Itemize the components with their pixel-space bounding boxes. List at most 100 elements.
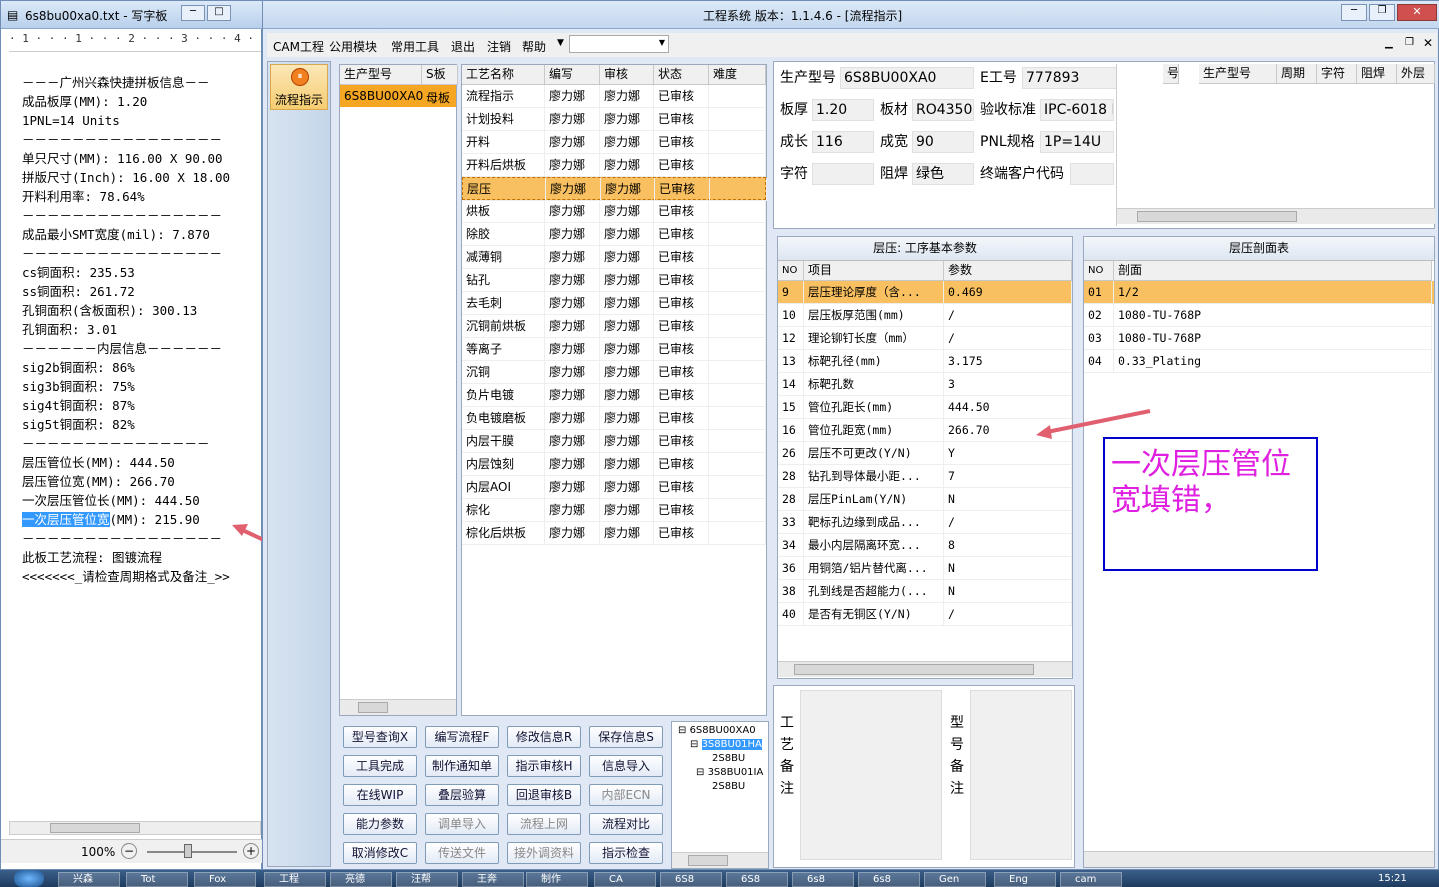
- tree-root[interactable]: ⊟ 6S8BU00XA0: [678, 724, 756, 737]
- grid-col-period[interactable]: 周期: [1277, 64, 1317, 84]
- action-button[interactable]: 制作通知单: [425, 755, 499, 777]
- action-button[interactable]: 调单导入: [425, 813, 499, 835]
- section-row[interactable]: 01 1/2: [1084, 281, 1434, 304]
- taskbar-item[interactable]: Fox: [194, 872, 256, 887]
- action-button[interactable]: 取消修改C: [343, 842, 417, 864]
- field-pnl[interactable]: 1P=14U: [1040, 131, 1114, 153]
- param-row[interactable]: 33 靶标孔边缘到成品... /: [778, 511, 1072, 534]
- menu-tools[interactable]: 常用工具: [391, 38, 439, 55]
- menu-exit[interactable]: 退出: [451, 38, 475, 55]
- action-button[interactable]: 流程上网: [507, 813, 581, 835]
- col-header-process[interactable]: 工艺名称: [462, 65, 545, 85]
- tree-hscrollbar[interactable]: [672, 852, 768, 868]
- tree-leaf-2[interactable]: 2S8BU: [712, 780, 745, 793]
- process-row[interactable]: 计划投料 廖力娜 廖力娜 已审核: [462, 108, 766, 131]
- taskbar-item[interactable]: 兴森: [58, 872, 120, 887]
- taskbar-item[interactable]: 6S8: [660, 872, 722, 887]
- param-row[interactable]: 28 层压PinLam(Y/N) N: [778, 488, 1072, 511]
- tree-leaf-1[interactable]: 2S8BU: [712, 752, 745, 765]
- taskbar-item[interactable]: Eng: [994, 872, 1056, 887]
- field-model[interactable]: 6S8BU00XA0: [840, 67, 974, 89]
- taskbar-item[interactable]: 6s8: [792, 872, 854, 887]
- action-button[interactable]: 工具完成: [343, 755, 417, 777]
- process-row[interactable]: 内层干膜 廖力娜 廖力娜 已审核: [462, 430, 766, 453]
- process-row[interactable]: 沉铜 廖力娜 廖力娜 已审核: [462, 361, 766, 384]
- action-button[interactable]: 接外调资料: [507, 842, 581, 864]
- main-minimize-button[interactable]: ─: [1341, 4, 1367, 21]
- process-row[interactable]: 烘板 廖力娜 廖力娜 已审核: [462, 200, 766, 223]
- process-row[interactable]: 层压 廖力娜 廖力娜 已审核: [462, 177, 767, 201]
- process-row[interactable]: 棕化后烘板 廖力娜 廖力娜 已审核: [462, 522, 766, 545]
- action-button[interactable]: 在线WIP: [343, 784, 417, 806]
- start-button-icon[interactable]: [14, 870, 44, 887]
- col-header-author[interactable]: 编写: [545, 65, 600, 85]
- process-row[interactable]: 开料后烘板 廖力娜 廖力娜 已审核: [462, 154, 766, 177]
- process-row[interactable]: 等离子 廖力娜 廖力娜 已审核: [462, 338, 766, 361]
- grid-col-model[interactable]: 生产型号: [1199, 64, 1277, 84]
- param-row[interactable]: 38 孔到线是否超能力(... N: [778, 580, 1072, 603]
- grid-col-outer[interactable]: 外层: [1397, 64, 1435, 84]
- taskbar-item[interactable]: Tot: [126, 872, 188, 887]
- process-row[interactable]: 负片电镀 廖力娜 廖力娜 已审核: [462, 384, 766, 407]
- param-row[interactable]: 9 层压理论厚度（含... 0.469: [778, 281, 1072, 304]
- param-row[interactable]: 26 层压不可更改(Y/N) Y: [778, 442, 1072, 465]
- section-row[interactable]: 02 1080-TU-768P: [1084, 304, 1434, 327]
- process-row[interactable]: 棕化 廖力娜 廖力娜 已审核: [462, 499, 766, 522]
- zoom-slider-thumb[interactable]: [184, 844, 192, 858]
- craft-remark-text[interactable]: [800, 690, 942, 860]
- tree-thumb[interactable]: [688, 855, 728, 866]
- param-row[interactable]: 36 用铜箔/铝片替代离... N: [778, 557, 1072, 580]
- col-header-model[interactable]: 生产型号: [340, 65, 422, 85]
- mdi-restore-icon[interactable]: ❐: [1405, 37, 1414, 48]
- action-button[interactable]: 内部ECN: [589, 784, 663, 806]
- zoom-in-button[interactable]: +: [243, 843, 259, 859]
- process-row[interactable]: 钻孔 廖力娜 廖力娜 已审核: [462, 269, 766, 292]
- taskbar-item[interactable]: 6s8: [858, 872, 920, 887]
- action-button[interactable]: 编写流程F: [425, 726, 499, 748]
- grid-col-solder[interactable]: 阻焊: [1357, 64, 1397, 84]
- field-standard[interactable]: IPC-6018 I: [1040, 99, 1114, 121]
- col-header-s[interactable]: S板: [422, 65, 458, 85]
- action-button[interactable]: 保存信息S: [589, 726, 663, 748]
- model-remark-text[interactable]: [970, 690, 1072, 860]
- zoom-out-button[interactable]: −: [121, 843, 137, 859]
- field-material[interactable]: RO4350E: [912, 99, 974, 121]
- process-row[interactable]: 开料 廖力娜 廖力娜 已审核: [462, 131, 766, 154]
- taskbar-item[interactable]: 工程: [264, 872, 326, 887]
- process-row[interactable]: 沉铜前烘板 廖力娜 廖力娜 已审核: [462, 315, 766, 338]
- main-restore-button[interactable]: ❐: [1369, 4, 1395, 21]
- action-button[interactable]: 指示审核H: [507, 755, 581, 777]
- process-row[interactable]: 去毛刺 廖力娜 廖力娜 已审核: [462, 292, 766, 315]
- grid-col-char[interactable]: 字符: [1317, 64, 1357, 84]
- taskbar-item[interactable]: 王奔: [462, 872, 524, 887]
- order-grid-thumb[interactable]: [1137, 211, 1297, 222]
- sidebar-btn-flow[interactable]: ⏸ 流程指示: [270, 64, 328, 110]
- taskbar-item[interactable]: 亮德: [330, 872, 392, 887]
- scroll-thumb[interactable]: [50, 823, 140, 833]
- param-row[interactable]: 13 标靶孔径(mm) 3.175: [778, 350, 1072, 373]
- menu-common[interactable]: 公用模块: [329, 38, 377, 55]
- process-row[interactable]: 流程指示 廖力娜 廖力娜 已审核: [462, 85, 766, 108]
- action-button[interactable]: 传送文件: [425, 842, 499, 864]
- document-text[interactable]: －－－广州兴森快捷拼板信息－－ 成品板厚(MM): 1.20 1PNL=14 Uni…: [22, 73, 260, 586]
- model-row-selected[interactable]: 6S8BU00XA0 母板: [340, 85, 456, 107]
- field-thickness[interactable]: 1.20: [812, 99, 874, 121]
- taskbar-item[interactable]: 汪帮: [396, 872, 458, 887]
- tree-node-2[interactable]: ⊟ 3S8BU01IA: [696, 766, 763, 779]
- param-row[interactable]: 10 层压板厚范围(mm) /: [778, 304, 1072, 327]
- model-hscrollbar[interactable]: [340, 699, 456, 715]
- grid-col-no[interactable]: 号: [1163, 64, 1179, 84]
- model-scroll-thumb[interactable]: [358, 702, 388, 713]
- taskbar-item[interactable]: 6S8: [726, 872, 788, 887]
- maximize-button[interactable]: □: [207, 5, 231, 21]
- action-button[interactable]: 能力参数: [343, 813, 417, 835]
- params-col-value[interactable]: 参数: [944, 261, 1072, 281]
- param-row[interactable]: 14 标靶孔数 3: [778, 373, 1072, 396]
- col-header-difficulty[interactable]: 难度: [709, 65, 766, 85]
- process-row[interactable]: 内层蚀刻 廖力娜 廖力娜 已审核: [462, 453, 766, 476]
- field-width[interactable]: 90: [912, 131, 974, 153]
- section-col-no[interactable]: NO: [1084, 261, 1114, 281]
- param-row[interactable]: 40 是否有无铜区(Y/N) /: [778, 603, 1072, 626]
- action-button[interactable]: 回退审核B: [507, 784, 581, 806]
- menu-combobox[interactable]: ▼: [569, 35, 669, 53]
